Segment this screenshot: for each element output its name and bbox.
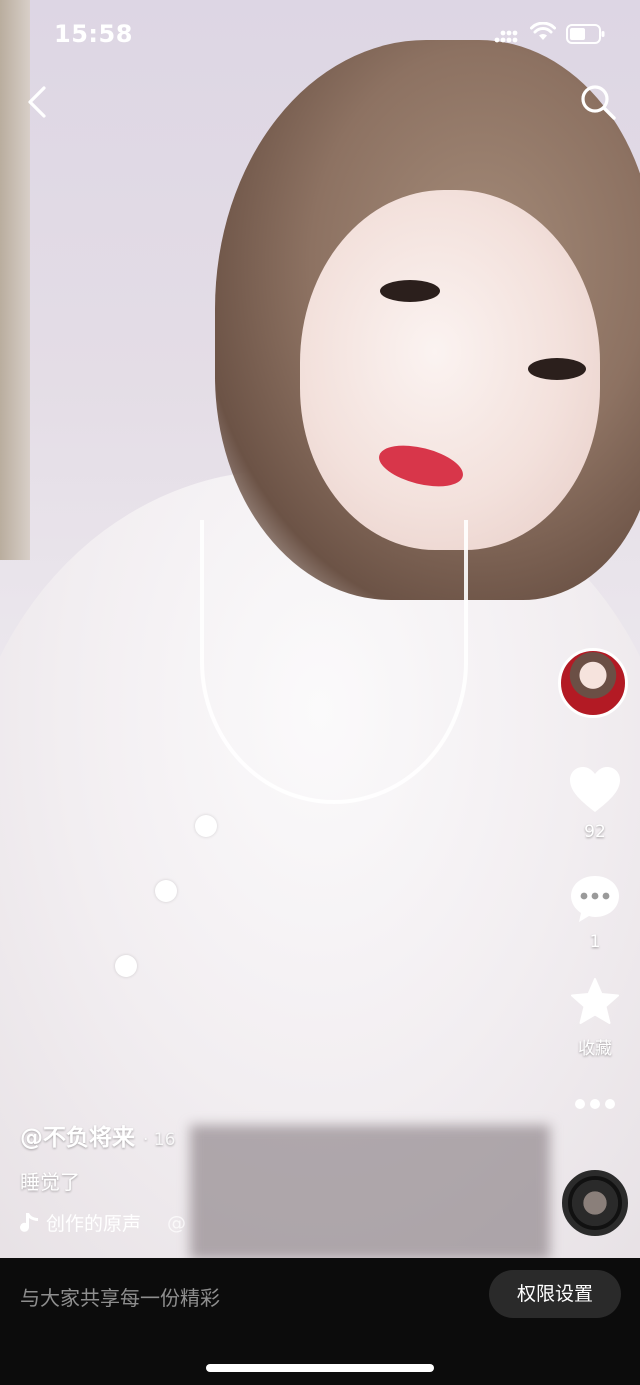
video-subject-neckline — [200, 520, 468, 804]
video-subject-eye — [380, 280, 440, 302]
video-description: 睡觉了 — [20, 1170, 80, 1194]
music-note-icon — [20, 1212, 38, 1232]
status-time: 15:58 — [54, 20, 133, 48]
share-text: 与大家共享每一份精彩 — [20, 1286, 220, 1310]
post-date: · 16 — [143, 1130, 176, 1150]
back-button[interactable] — [22, 84, 58, 120]
video-caption: @不负将来 · 16 睡觉了 创作的原声 @ — [20, 1118, 540, 1236]
comment-count: 1 — [589, 932, 601, 952]
status-bar: 15:58 — [0, 0, 640, 70]
author-avatar[interactable] — [558, 648, 628, 718]
heart-icon — [570, 767, 620, 812]
music-line[interactable]: 创作的原声 @ — [20, 1209, 540, 1236]
music-disc[interactable] — [562, 1170, 628, 1236]
garment-button — [115, 955, 137, 977]
comment-icon — [571, 876, 619, 922]
like-count: 92 — [584, 822, 606, 842]
search-button[interactable] — [578, 82, 618, 122]
search-icon — [581, 85, 616, 120]
music-mention: @ — [167, 1211, 187, 1234]
more-button[interactable] — [556, 1096, 634, 1115]
garment-button — [195, 815, 217, 837]
garment-button — [155, 880, 177, 902]
permission-settings-button[interactable]: 权限设置 — [489, 1270, 621, 1318]
like-button[interactable]: 92 — [556, 766, 634, 842]
signal-icon — [494, 30, 518, 43]
music-label: 创作的原声 — [46, 1213, 142, 1235]
video-subject-eye — [528, 358, 586, 380]
wifi-icon — [530, 22, 556, 40]
author-name[interactable]: @不负将来 — [20, 1125, 135, 1151]
favorite-label: 收藏 — [578, 1039, 612, 1059]
video-player[interactable] — [0, 0, 640, 1258]
comment-button[interactable]: 1 — [556, 874, 634, 952]
chevron-left-icon — [28, 86, 46, 118]
more-icon — [575, 1099, 615, 1109]
battery-icon — [566, 24, 605, 44]
video-screen: 15:58 92 1 收藏 @不负将来 · 16 睡觉了 创作的原声 @ 与大家… — [0, 0, 640, 1385]
home-indicator[interactable] — [206, 1364, 434, 1372]
favorite-button[interactable]: 收藏 — [556, 978, 634, 1059]
author-line: @不负将来 · 16 — [20, 1118, 540, 1152]
star-icon — [571, 978, 619, 1024]
bottom-bar: 与大家共享每一份精彩 权限设置 — [0, 1258, 640, 1385]
